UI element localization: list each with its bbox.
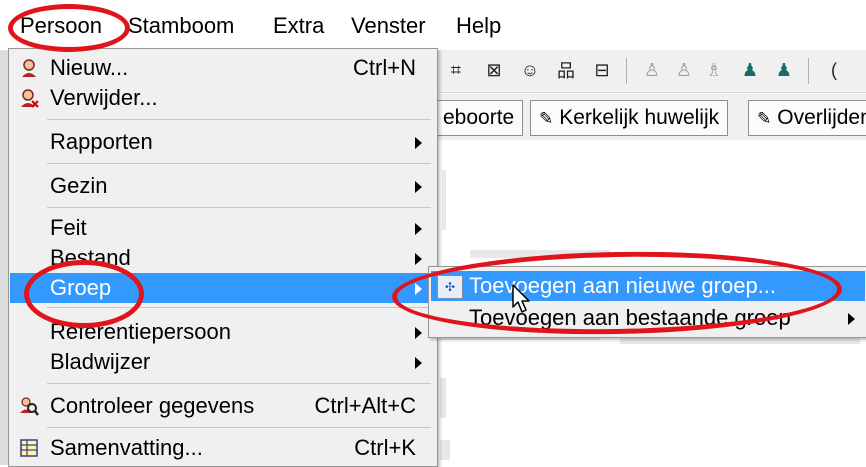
submenu-arrow-icon (415, 181, 422, 193)
groep-submenu: ✣ Toevoegen aan nieuwe groep... Toevoege… (428, 266, 866, 338)
menu-item-label: Bladwijzer (50, 349, 151, 374)
menu-stamboom[interactable]: Stamboom (128, 12, 234, 40)
tab-label: Kerkelijk huwelijk (559, 106, 720, 129)
blurred-content (442, 170, 446, 230)
shortcut-label: Ctrl+K (354, 435, 416, 460)
menu-separator (47, 119, 431, 120)
menu-separator (47, 383, 431, 384)
menu-help[interactable]: Help (456, 12, 501, 40)
menu-separator (47, 207, 431, 208)
menu-item-verwijder[interactable]: Verwijder... (10, 83, 436, 113)
pencil-icon: ✎ (539, 109, 554, 128)
submenu-arrow-icon (415, 357, 422, 369)
menu-item-rapporten[interactable]: Rapporten (10, 127, 436, 157)
menu-item-label: Feit (50, 215, 87, 240)
menu-persoon[interactable]: Persoon (20, 12, 102, 40)
submenu-arrow-icon (848, 313, 855, 325)
tab-geboorte[interactable]: eboorte (434, 100, 524, 136)
person-icon[interactable]: ♙ (672, 58, 696, 82)
children-icon[interactable]: ♟ (772, 58, 796, 82)
menu-item-groep[interactable]: Groep (10, 273, 436, 303)
descendants-icon[interactable]: 品 (554, 58, 578, 82)
summary-table-icon (18, 437, 40, 459)
menu-item-label: Samenvatting... (50, 435, 203, 460)
menu-item-feit[interactable]: Feit (10, 213, 436, 243)
toolbar: ⌗ ⊠ ☺ 品 ⊟ ♙ ♙ ♗ ♟ ♟ ( (436, 50, 866, 93)
menu-item-label: Groep (50, 275, 112, 300)
menu-venster[interactable]: Venster (351, 12, 426, 40)
menu-item-referentiepersoon[interactable]: Referentiepersoon (10, 317, 436, 347)
menu-item-samenvatting[interactable]: Samenvatting... Ctrl+K (10, 433, 436, 463)
submenu-arrow-icon (415, 327, 422, 339)
chart-edit-icon[interactable]: ⊟ (590, 58, 614, 82)
menu-item-bestand[interactable]: Bestand (10, 243, 436, 273)
toolbar-separator (626, 58, 627, 84)
submenu-arrow-icon (415, 253, 422, 265)
submenu-arrow-icon (415, 223, 422, 235)
toolbar-separator (808, 58, 809, 84)
tab-label: eboorte (443, 106, 515, 129)
pencil-icon: ✎ (757, 109, 772, 128)
menu-item-controleer-gegevens[interactable]: Controleer gegevens Ctrl+Alt+C (10, 391, 436, 421)
blurred-content (440, 440, 450, 460)
menu-item-gezin[interactable]: Gezin (10, 171, 436, 201)
menu-item-bladwijzer[interactable]: Bladwijzer (10, 347, 436, 377)
shortcut-label: Ctrl+Alt+C (314, 393, 416, 418)
menu-item-label: Nieuw... (50, 55, 129, 80)
menu-item-label: Referentiepersoon (50, 319, 232, 344)
menu-item-label: Rapporten (50, 129, 153, 154)
person-icon[interactable]: ♙ (640, 58, 664, 82)
menu-extra[interactable]: Extra (273, 12, 324, 40)
submenu-arrow-icon (415, 137, 422, 149)
menu-separator (47, 163, 431, 164)
event-tabs: eboorte ✎ Kerkelijk huwelijk ✎ Overlijden (434, 94, 866, 141)
magnify-person-icon (18, 395, 40, 417)
more-icon[interactable]: ( (822, 58, 846, 82)
menu-item-label: Verwijder... (50, 85, 158, 110)
menu-separator (47, 307, 431, 308)
persoon-dropdown-menu: Nieuw... Ctrl+N Verwijder... Rapporten G… (8, 48, 438, 467)
menu-item-label: Gezin (50, 173, 108, 198)
tab-label: Overlijden (777, 106, 866, 129)
couple-icon[interactable]: ♗ (702, 58, 726, 82)
window-edge (0, 48, 8, 465)
tree-icon[interactable]: ⌗ (444, 58, 468, 82)
blurred-content (470, 250, 610, 258)
menu-separator (47, 427, 431, 428)
submenu-item-nieuwe-groep[interactable]: ✣ Toevoegen aan nieuwe groep... (431, 271, 865, 301)
mouse-cursor-icon (512, 284, 530, 313)
submenu-arrow-icon (415, 283, 422, 295)
family-icon[interactable]: ♟ (738, 58, 762, 82)
tab-kerkelijk-huwelijk[interactable]: ✎ Kerkelijk huwelijk (530, 100, 729, 136)
menu-item-label: Controleer gegevens (50, 393, 255, 418)
blurred-content (440, 378, 446, 418)
tab-overlijden[interactable]: ✎ Overlijden (748, 100, 866, 136)
tree-edit-icon[interactable]: ⊠ (482, 58, 506, 82)
menu-item-label: Bestand (50, 245, 131, 270)
submenu-item-bestaande-groep[interactable]: Toevoegen aan bestaande groep (431, 303, 865, 333)
person-face-icon[interactable]: ☺ (518, 58, 542, 82)
group-dots-icon: ✣ (437, 275, 463, 299)
person-remove-icon (18, 87, 40, 109)
menu-item-nieuw[interactable]: Nieuw... Ctrl+N (10, 53, 436, 83)
shortcut-label: Ctrl+N (353, 55, 416, 80)
person-add-icon (18, 57, 40, 79)
menubar: Persoon Stamboom Extra Venster Help (0, 0, 866, 51)
